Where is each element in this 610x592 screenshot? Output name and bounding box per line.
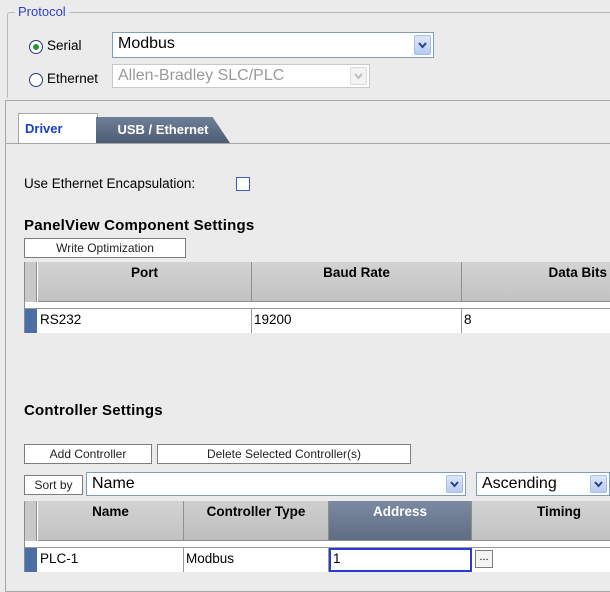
ethernet-protocol-select[interactable]: Allen-Bradley SLC/PLC	[112, 64, 370, 88]
chevron-down-icon[interactable]	[446, 475, 463, 493]
row-selector-column	[25, 262, 37, 333]
protocol-legend: Protocol	[15, 4, 69, 19]
controller-section-title: Controller Settings	[24, 402, 163, 419]
controller-grid: Name Controller Type Address Timing PLC-…	[24, 501, 610, 572]
panelview-grid: Port Baud Rate Data Bits RS232 19200 8	[24, 262, 610, 333]
header-spacer	[25, 541, 610, 548]
header-spacer	[25, 302, 610, 309]
row-selector[interactable]	[25, 309, 37, 333]
column-header-data-bits[interactable]: Data Bits	[462, 262, 610, 302]
cell-name[interactable]: PLC-1	[38, 548, 184, 572]
ethernet-radio-icon[interactable]	[29, 73, 43, 87]
column-header-name[interactable]: Name	[38, 501, 184, 541]
tab-driver[interactable]: Driver	[18, 113, 98, 143]
chevron-down-icon[interactable]	[590, 475, 607, 493]
chevron-down-icon[interactable]	[350, 67, 367, 85]
column-header-address[interactable]: Address	[329, 501, 472, 541]
delete-controller-button[interactable]: Delete Selected Controller(s)	[157, 444, 411, 464]
cell-data-bits[interactable]: 8	[462, 309, 610, 333]
panelview-section-title: PanelView Component Settings	[24, 217, 255, 234]
sort-order-value: Ascending	[482, 475, 557, 492]
column-header-baud-rate[interactable]: Baud Rate	[252, 262, 462, 302]
ethernet-radio-label[interactable]: Ethernet	[47, 71, 98, 86]
column-header-port[interactable]: Port	[38, 262, 252, 302]
cell-baud-rate[interactable]: 19200	[252, 309, 462, 333]
add-controller-button[interactable]: Add Controller	[24, 444, 152, 464]
sort-by-button[interactable]: Sort by	[24, 475, 83, 495]
address-input[interactable]: 1	[329, 548, 472, 572]
cell-controller-type[interactable]: Modbus	[184, 548, 329, 572]
tab-strip-divider	[6, 143, 610, 144]
column-header-timing[interactable]: Timing	[472, 501, 610, 541]
serial-radio-icon[interactable]	[29, 40, 43, 54]
cell-timing[interactable]: ...	[472, 548, 610, 572]
row-selector-column	[25, 501, 37, 572]
encapsulation-checkbox-icon[interactable]	[236, 177, 250, 191]
serial-protocol-value: Modbus	[118, 35, 175, 52]
serial-radio-label[interactable]: Serial	[47, 38, 82, 53]
sort-order-select[interactable]: Ascending	[476, 472, 610, 496]
cell-port[interactable]: RS232	[38, 309, 252, 333]
row-selector[interactable]	[25, 548, 37, 572]
tab-usb-ethernet[interactable]: USB / Ethernet	[96, 117, 230, 143]
serial-protocol-select[interactable]: Modbus	[112, 32, 434, 58]
write-optimization-button[interactable]: Write Optimization	[24, 238, 186, 258]
column-header-controller-type[interactable]: Controller Type	[184, 501, 329, 541]
sort-field-select[interactable]: Name	[86, 472, 466, 496]
chevron-down-icon[interactable]	[414, 35, 431, 55]
ethernet-protocol-value: Allen-Bradley SLC/PLC	[118, 67, 285, 84]
sort-field-value: Name	[92, 475, 135, 492]
encapsulation-label: Use Ethernet Encapsulation:	[24, 176, 196, 191]
timing-ellipsis-button[interactable]: ...	[475, 550, 493, 568]
